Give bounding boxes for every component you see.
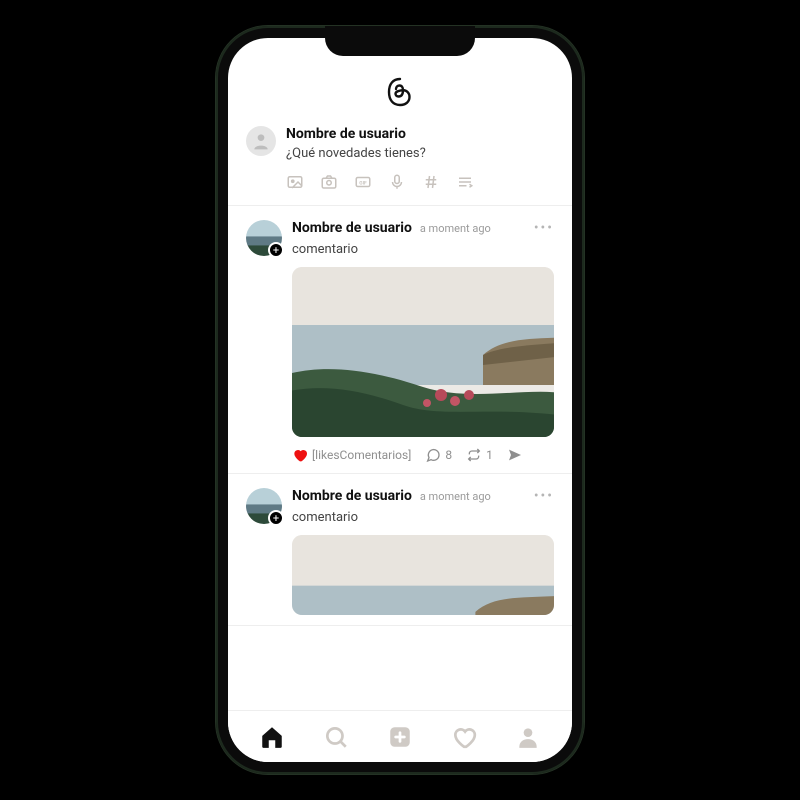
post-actions: [likesComentarios] 8 1 [292,447,554,463]
repost-icon [466,447,482,463]
list-icon[interactable] [456,173,474,191]
follow-badge-icon[interactable]: + [268,242,284,258]
repost-count: 1 [486,448,493,462]
composer-prompt[interactable]: ¿Qué novedades tienes? [286,146,554,161]
post-username[interactable]: Nombre de usuario [292,220,412,236]
heart-outline-icon [451,724,477,750]
gif-icon[interactable]: GIF [354,173,372,191]
comment-button[interactable]: 8 [425,447,452,463]
nav-home[interactable] [259,724,285,750]
hashtag-icon[interactable] [422,173,440,191]
repost-button[interactable]: 1 [466,447,493,463]
post: + Nombre de usuario a moment ago ••• com… [228,206,572,474]
post-avatar[interactable]: + [246,488,282,524]
phone-notch [325,26,475,56]
comment-count: 8 [445,448,452,462]
app-content: Nombre de usuario ¿Qué novedades tienes?… [228,38,572,710]
nav-activity[interactable] [451,724,477,750]
mic-icon[interactable] [388,173,406,191]
home-icon [259,724,285,750]
composer[interactable]: Nombre de usuario ¿Qué novedades tienes?… [228,116,572,206]
follow-badge-icon[interactable]: + [268,510,284,526]
composer-avatar[interactable] [246,126,276,156]
plus-square-icon [387,724,413,750]
comment-icon [425,447,441,463]
post-more-button[interactable]: ••• [534,488,554,504]
search-icon [323,724,349,750]
feed-scroll[interactable]: Nombre de usuario ¿Qué novedades tienes?… [228,38,572,710]
screen: Nombre de usuario ¿Qué novedades tienes?… [228,38,572,762]
svg-text:GIF: GIF [359,180,367,186]
composer-toolbar: GIF [286,173,554,191]
post-avatar[interactable]: + [246,220,282,256]
image-icon[interactable] [286,173,304,191]
post: + Nombre de usuario a moment ago ••• com… [228,474,572,626]
person-icon [251,131,271,151]
nav-compose[interactable] [387,724,413,750]
threads-logo-icon [384,76,416,108]
post-time: a moment ago [420,490,491,503]
post-username[interactable]: Nombre de usuario [292,488,412,504]
post-text: comentario [292,242,554,257]
post-image[interactable] [292,267,554,437]
like-button[interactable]: [likesComentarios] [292,447,411,463]
bottom-nav [228,710,572,762]
heart-icon [292,447,308,463]
post-image[interactable] [292,535,554,615]
share-button[interactable] [507,447,523,463]
composer-username: Nombre de usuario [286,126,554,142]
camera-icon[interactable] [320,173,338,191]
nav-search[interactable] [323,724,349,750]
profile-icon [515,724,541,750]
post-more-button[interactable]: ••• [534,220,554,236]
post-time: a moment ago [420,222,491,235]
send-icon [507,447,523,463]
nav-profile[interactable] [515,724,541,750]
phone-frame: Nombre de usuario ¿Qué novedades tienes?… [216,26,584,774]
likes-label: [likesComentarios] [312,448,411,462]
post-text: comentario [292,510,554,525]
